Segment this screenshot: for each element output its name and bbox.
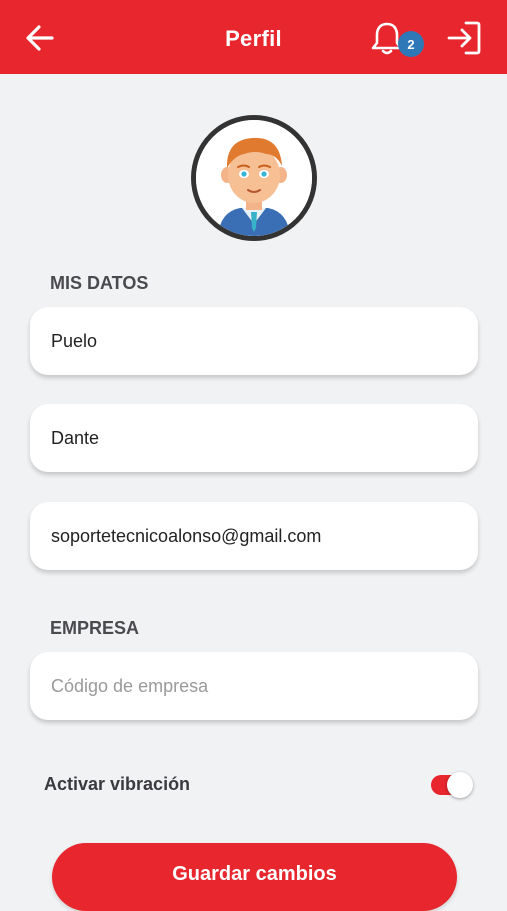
first-name-input[interactable]	[51, 427, 478, 449]
section-label-mis-datos: MIS DATOS	[50, 273, 149, 293]
email-input[interactable]	[51, 525, 478, 547]
vibration-label: Activar vibración	[44, 774, 191, 794]
avatar[interactable]	[191, 115, 317, 241]
vibration-toggle[interactable]	[431, 772, 473, 798]
last-name-input[interactable]	[51, 330, 478, 352]
toggle-knob	[447, 772, 473, 798]
app-bar: Perfil 2	[0, 0, 507, 74]
company-code-input[interactable]	[51, 675, 478, 697]
notification-badge[interactable]: 2	[398, 31, 424, 57]
avatar-illustration	[196, 120, 312, 236]
save-changes-button[interactable]: Guardar cambios	[52, 843, 457, 911]
email-field[interactable]	[30, 502, 478, 570]
last-name-field[interactable]	[30, 307, 478, 375]
page-title: Perfil	[225, 26, 282, 51]
logout-icon[interactable]	[446, 20, 482, 56]
company-code-field[interactable]	[30, 652, 478, 720]
section-label-empresa: EMPRESA	[50, 618, 140, 638]
first-name-field[interactable]	[30, 404, 478, 472]
vibration-setting-row: Activar vibración	[44, 772, 474, 798]
